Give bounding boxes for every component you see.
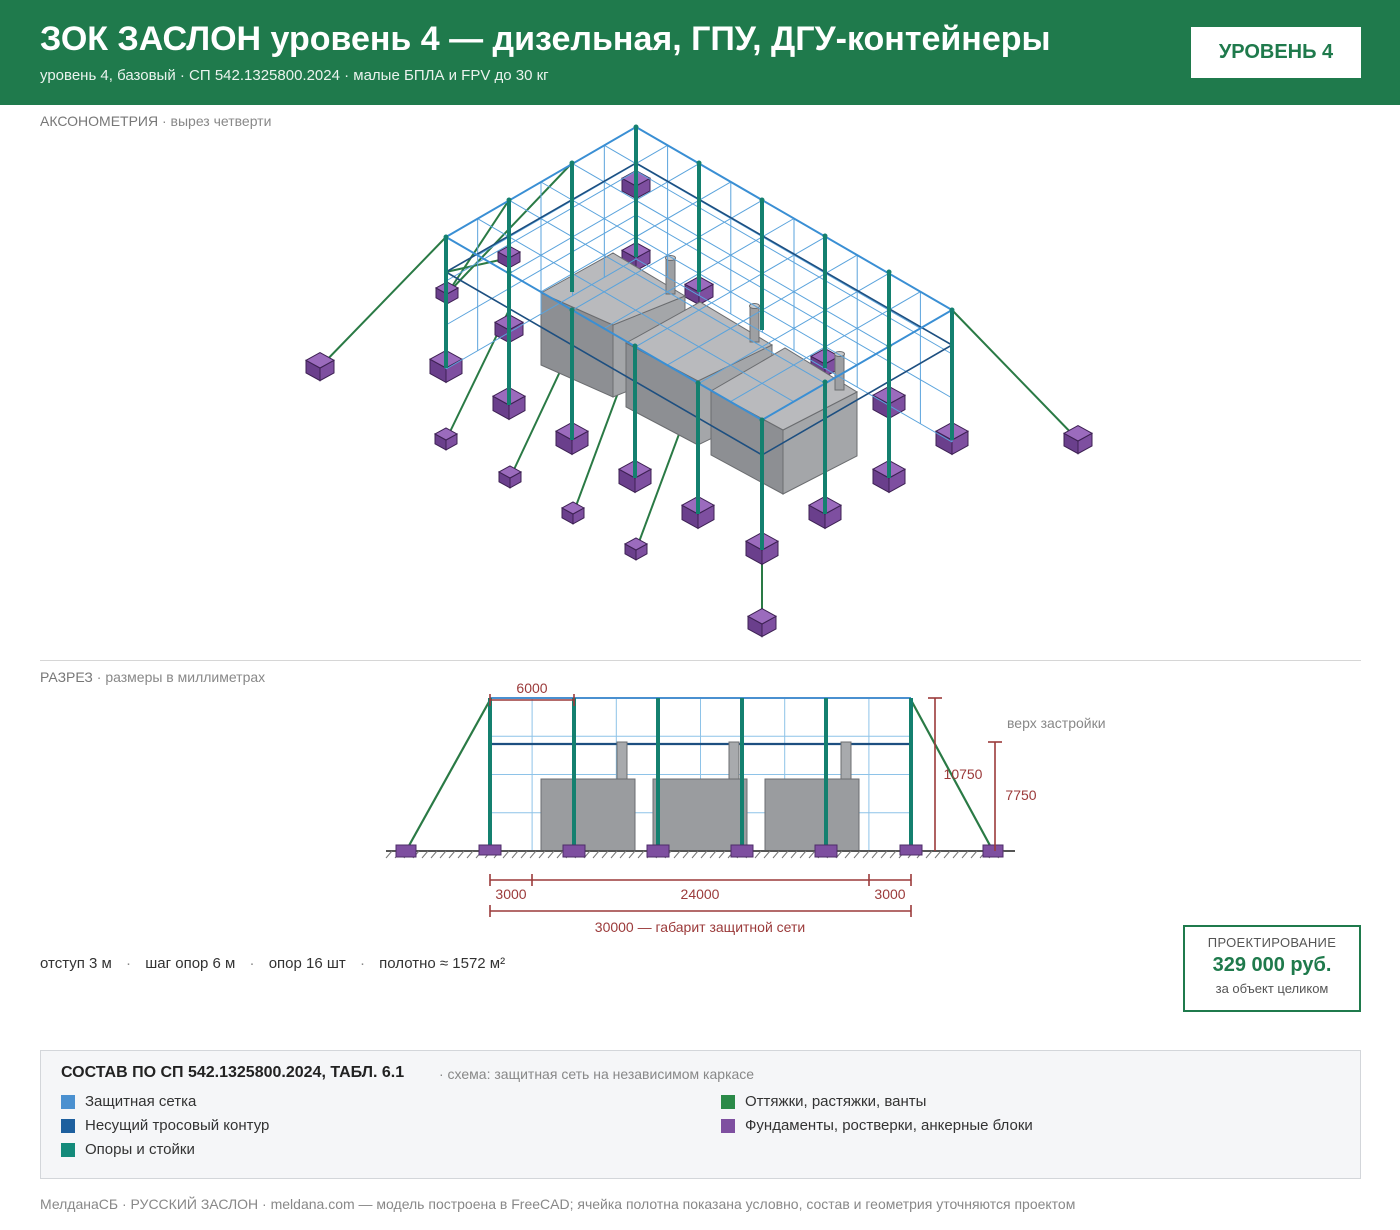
dim-building: 7750 <box>1005 787 1036 803</box>
page-title: ЗОК ЗАСЛОН уровень 4 — дизельная, ГПУ, Д… <box>40 20 1051 58</box>
legend-label: Оттяжки, растяжки, ванты <box>745 1093 927 1110</box>
stats-separator: · <box>126 955 132 972</box>
price-value: 329 000 руб. <box>1212 954 1332 976</box>
stat-area: полотно ≈ 1572 м² <box>379 955 506 972</box>
dim-mid: 24000 <box>681 886 720 902</box>
stats-separator: · <box>249 955 255 972</box>
stat-offset: отступ 3 м <box>40 955 112 972</box>
price-label: ПРОЕКТИРОВАНИЕ <box>1207 935 1337 950</box>
legend-swatch-mesh <box>61 1094 75 1109</box>
legend-panel: СОСТАВ ПО СП 542.1325800.2024, ТАБЛ. 6.1… <box>40 1050 1361 1179</box>
legend-swatch-guys <box>721 1094 735 1109</box>
stat-step: шаг опор 6 м <box>145 955 236 972</box>
legend-item: Оттяжки, растяжки, ванты <box>721 1093 926 1110</box>
dim-total: 30000 — габарит защитной сети <box>595 919 805 935</box>
building-top-label: верх застройки <box>1007 715 1106 731</box>
dim-right: 3000 <box>874 886 905 902</box>
dim-top: 6000 <box>516 680 547 696</box>
stats-line: отступ 3 м · шаг опор 6 м · опор 16 шт ·… <box>40 955 505 972</box>
page-subtitle: уровень 4, базовый · СП 542.1325800.2024… <box>40 67 549 84</box>
legend-label: Несущий тросовый контур <box>85 1117 270 1134</box>
footer-note: МелданаСБ · РУССКИЙ ЗАСЛОН · meldana.com… <box>40 1196 1076 1212</box>
legend-item: Опоры и стойки <box>61 1141 195 1158</box>
price-note: за объект целиком <box>1215 981 1329 996</box>
price-box: ПРОЕКТИРОВАНИЕ 329 000 руб. за объект це… <box>1183 925 1361 1012</box>
legend-swatch-supports <box>61 1142 75 1157</box>
dim-height: 10750 <box>944 766 983 782</box>
section-divider <box>40 660 1361 661</box>
section-drawing: 6000 10750 7750 3000 24000 3000 30000 — … <box>385 680 1106 935</box>
header-bar: ЗОК ЗАСЛОН уровень 4 — дизельная, ГПУ, Д… <box>0 0 1400 105</box>
legend-label: Опоры и стойки <box>85 1141 195 1158</box>
legend-item: Фундаменты, ростверки, анкерные блоки <box>721 1117 1033 1134</box>
legend-scheme: · схема: защитная сеть на независимом ка… <box>439 1066 755 1082</box>
level-badge: УРОВЕНЬ 4 <box>1191 27 1361 78</box>
stats-separator: · <box>359 955 365 972</box>
stat-supports: опор 16 шт <box>268 955 346 972</box>
legend-swatch-foundations <box>721 1118 735 1133</box>
legend-swatch-cable <box>61 1118 75 1133</box>
dim-left: 3000 <box>495 886 526 902</box>
legend-title: СОСТАВ ПО СП 542.1325800.2024, ТАБЛ. 6.1 <box>61 1064 405 1081</box>
legend-label: Фундаменты, ростверки, анкерные блоки <box>745 1117 1033 1134</box>
legend-item: Защитная сетка <box>61 1093 196 1110</box>
axonometry-drawing <box>304 124 1094 638</box>
legend-label: Защитная сетка <box>85 1093 197 1110</box>
legend-item: Несущий тросовый контур <box>61 1117 269 1134</box>
